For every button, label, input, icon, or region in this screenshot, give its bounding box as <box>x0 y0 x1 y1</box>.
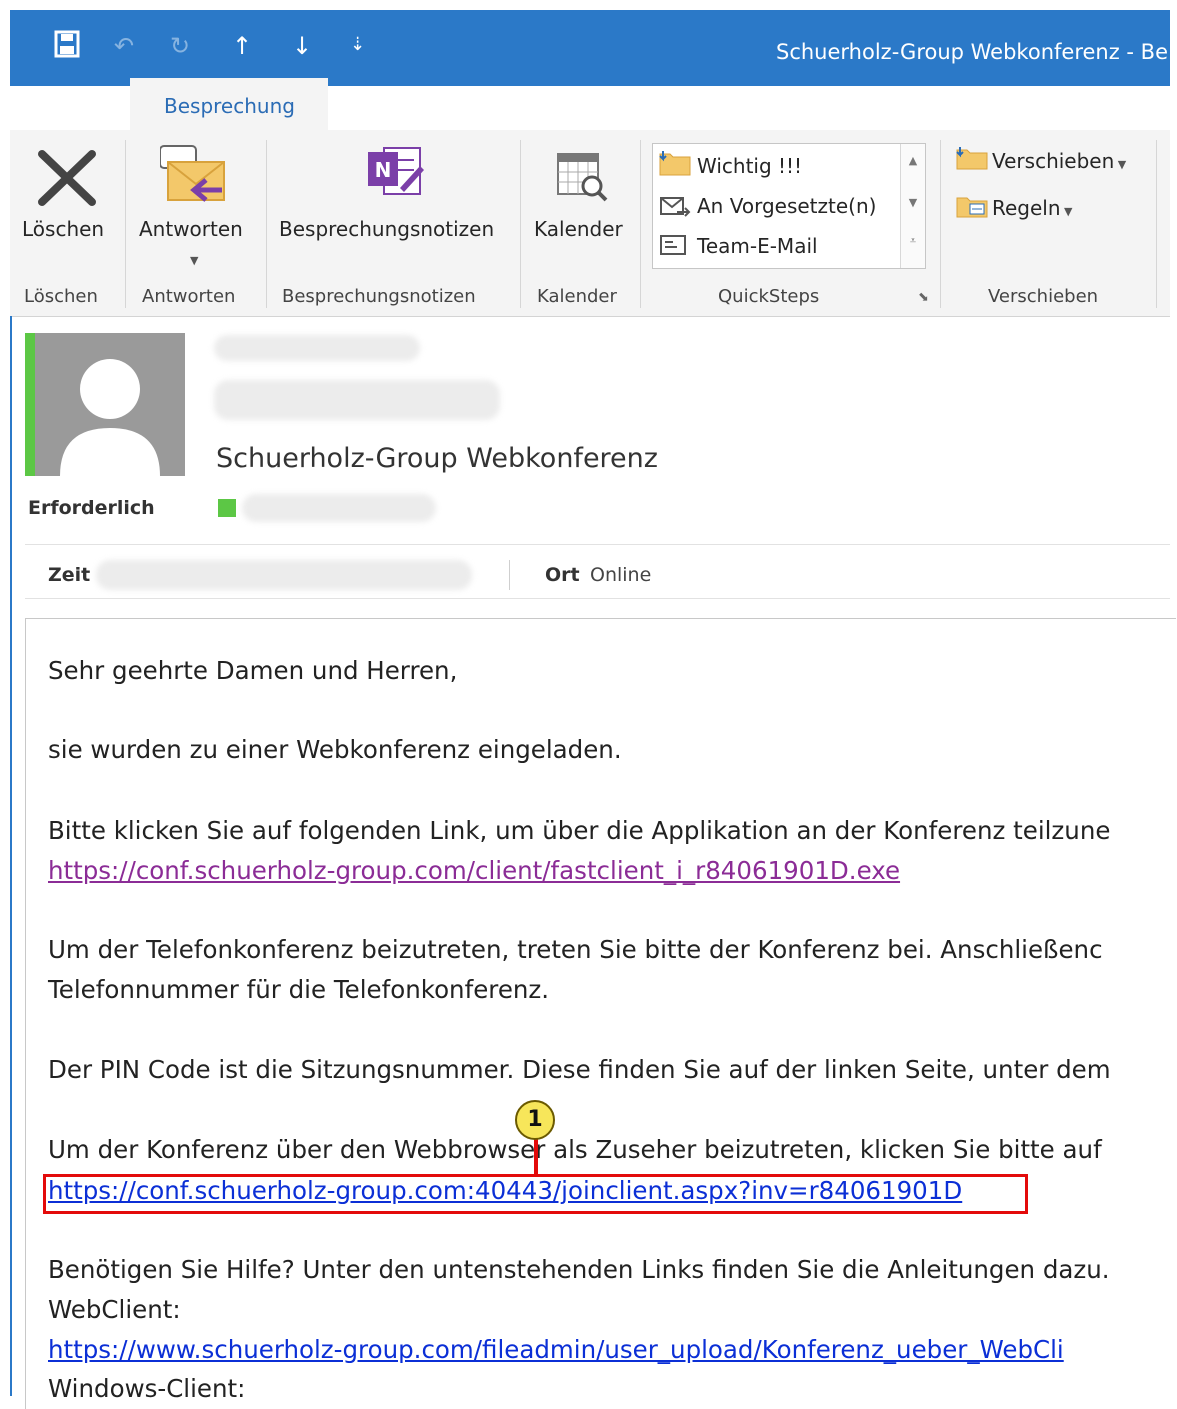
body-browser: Um der Konferenz über den Webbrowser als… <box>48 1135 1102 1164</box>
pane-border <box>10 316 12 1396</box>
redacted-attendee <box>242 494 436 522</box>
rules-button[interactable]: Regeln ▼ <box>992 196 1073 220</box>
redo-icon[interactable]: ↻ <box>170 32 190 60</box>
svg-text:N: N <box>375 158 392 182</box>
tell-me-label: Was möchten Sie tun? <box>378 94 602 118</box>
move-folder-icon[interactable] <box>956 146 988 174</box>
ribbon-separator <box>940 140 941 308</box>
location-label: Ort <box>545 564 580 586</box>
lightbulb-icon: 💡︎ <box>358 94 372 118</box>
tab-file[interactable]: Datei <box>44 96 97 120</box>
onenote-icon[interactable]: N <box>366 144 426 204</box>
divider <box>25 544 1170 545</box>
divider <box>509 560 510 590</box>
ribbon-separator <box>125 140 126 308</box>
callout-number-badge: 1 <box>515 1100 555 1140</box>
ribbon-separator <box>640 140 641 308</box>
body-invited: sie wurden zu einer Webkonferenz eingela… <box>48 735 622 764</box>
body-click-app: Bitte klicken Sie auf folgenden Link, um… <box>48 816 1111 845</box>
time-label: Zeit <box>48 564 91 586</box>
body-greeting: Sehr geehrte Damen und Herren, <box>48 656 458 685</box>
webclient-label: WebClient: <box>48 1295 181 1324</box>
save-icon[interactable] <box>54 30 80 64</box>
attendee-status-icon <box>218 499 236 517</box>
group-label-notes: Besprechungsnotizen <box>282 286 476 307</box>
location-value: Online <box>590 564 652 586</box>
down-arrow-icon[interactable]: ↓ <box>292 32 312 60</box>
window-title: Schuerholz-Group Webkonferenz - Be <box>776 40 1168 64</box>
title-bar: ↶ ↻ ↑ ↓ ⇣ Schuerholz-Group Webkonferenz … <box>10 10 1170 86</box>
up-arrow-icon[interactable]: ↑ <box>232 32 252 60</box>
required-label: Erforderlich <box>28 497 155 519</box>
redacted-sender <box>214 335 420 361</box>
ribbon-separator <box>1156 140 1157 308</box>
move-button[interactable]: Verschieben ▼ <box>992 149 1126 173</box>
undo-icon[interactable]: ↶ <box>114 32 134 60</box>
tab-meeting[interactable]: Besprechung <box>130 78 328 130</box>
reply-icon[interactable] <box>159 140 230 212</box>
callout-pointer <box>534 1138 538 1176</box>
group-label-calendar: Kalender <box>537 286 617 307</box>
meeting-notes-button[interactable]: Besprechungsnotizen <box>279 217 494 241</box>
webclient-guide-link[interactable]: https://www.schuerholz-group.com/fileadm… <box>48 1335 1064 1364</box>
calendar-icon[interactable] <box>556 150 608 208</box>
meeting-subject: Schuerholz-Group Webkonferenz <box>216 443 658 474</box>
app-download-link[interactable]: https://conf.schuerholz-group.com/client… <box>48 856 900 885</box>
group-label-quicksteps: QuickSteps <box>718 286 820 307</box>
quickstep-item[interactable]: Team-E-Mail <box>697 234 818 258</box>
rules-icon[interactable] <box>956 194 988 222</box>
chevron-down-icon: ▼ <box>1114 158 1127 171</box>
group-label-move: Verschieben <box>988 286 1099 307</box>
windows-client-label: Windows-Client: <box>48 1374 246 1403</box>
group-label-delete: Löschen <box>24 286 98 307</box>
attendee-status-bar <box>25 333 35 476</box>
tell-me-search[interactable]: 💡︎ Was möchten Sie tun? <box>358 94 601 118</box>
calendar-button[interactable]: Kalender <box>534 217 623 241</box>
avatar <box>35 333 185 476</box>
mail-icon <box>659 232 691 262</box>
delete-x-icon[interactable] <box>34 148 100 212</box>
tab-meeting-label: Besprechung <box>164 94 295 118</box>
body-help: Benötigen Sie Hilfe? Unter den untensteh… <box>48 1255 1110 1284</box>
folder-icon <box>659 150 691 180</box>
scroll-up-icon[interactable]: ▲ <box>901 154 925 194</box>
gallery-more-icon[interactable]: ⩡ <box>901 234 925 274</box>
mail-forward-icon <box>659 192 691 222</box>
gallery-scrollbar[interactable]: ▲ ▼ ⩡ <box>900 144 925 268</box>
body-phone-2: Telefonnummer für die Telefonkonferenz. <box>48 975 550 1004</box>
quickstep-item[interactable]: Wichtig !!! <box>697 154 802 178</box>
callout-highlight-box <box>43 1174 1028 1214</box>
redacted-organizer <box>214 380 500 420</box>
reply-button[interactable]: Antworten <box>139 217 243 241</box>
chevron-down-icon[interactable]: ▼ <box>190 254 198 267</box>
divider <box>25 598 1170 599</box>
ribbon-separator <box>520 140 521 308</box>
delete-button[interactable]: Löschen <box>22 217 104 241</box>
customize-icon[interactable]: ⇣ <box>350 34 365 55</box>
quickstep-item[interactable]: An Vorgesetzte(n) <box>697 194 876 218</box>
ribbon-separator <box>266 140 267 308</box>
dialog-launcher-icon[interactable]: ⬊ <box>918 290 929 305</box>
chevron-down-icon: ▼ <box>1060 205 1073 218</box>
body-pin: Der PIN Code ist die Sitzungsnummer. Die… <box>48 1055 1111 1084</box>
quicksteps-gallery: Wichtig !!! An Vorgesetzte(n) Team-E-Mai… <box>652 143 926 269</box>
scroll-down-icon[interactable]: ▼ <box>901 196 925 236</box>
move-label: Verschieben <box>992 149 1115 173</box>
redacted-time <box>96 560 472 590</box>
rules-label: Regeln <box>992 196 1061 220</box>
group-label-reply: Antworten <box>142 286 236 307</box>
body-phone-1: Um der Telefonkonferenz beizutreten, tre… <box>48 935 1103 964</box>
